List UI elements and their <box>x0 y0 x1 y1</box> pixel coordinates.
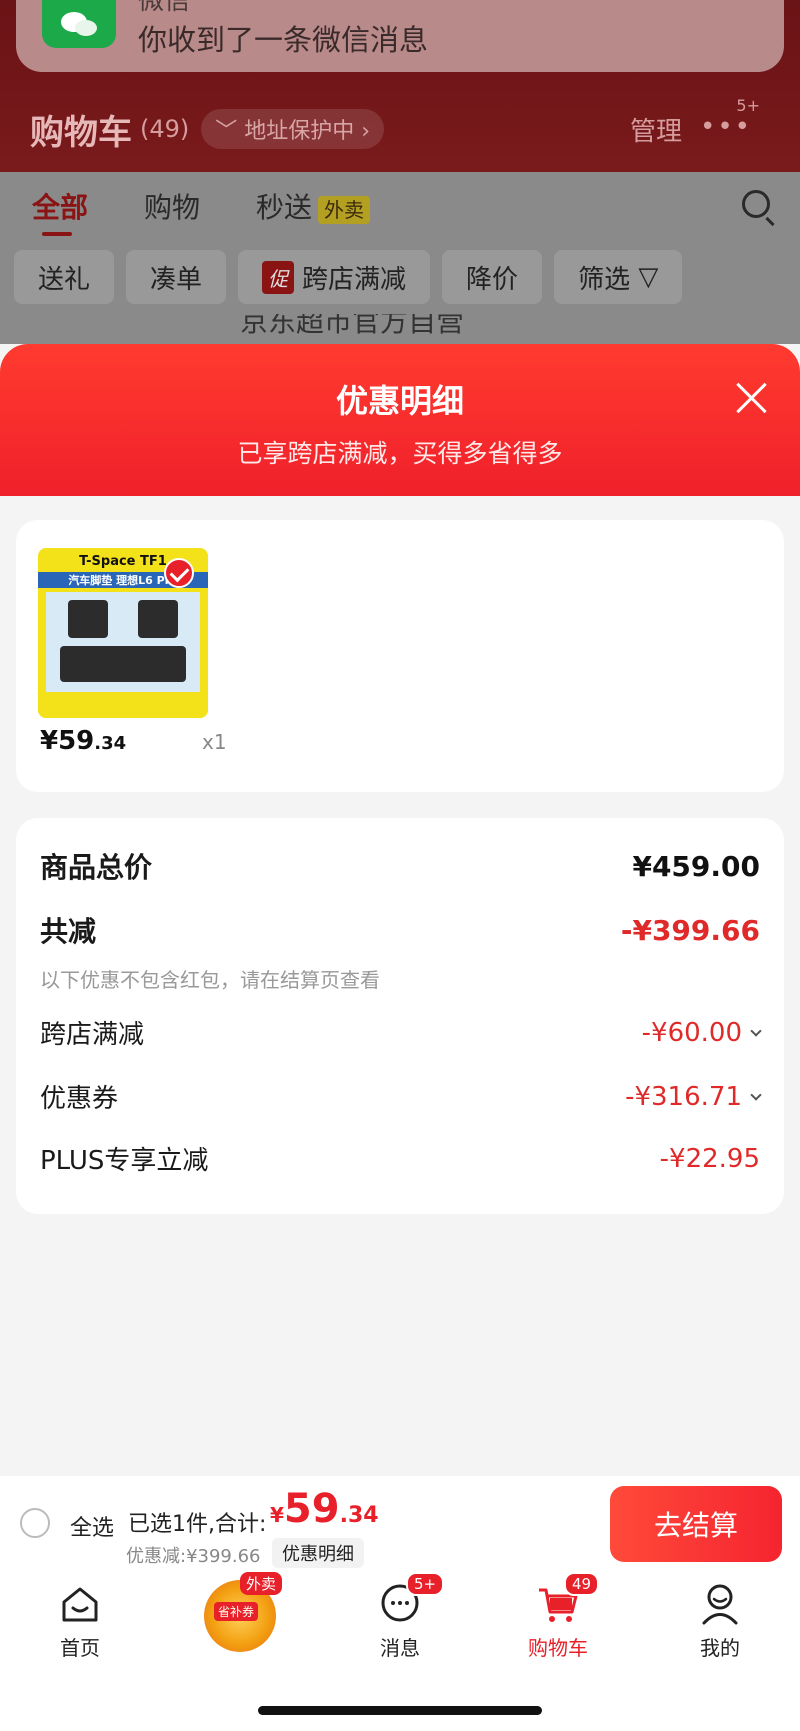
product-image[interactable]: T-Space TF1 汽车脚垫 理想L6 Pro <box>38 548 208 718</box>
shield-icon: ﹀ <box>215 119 245 144</box>
bottom-tab-bar: 首页 外卖 省补券 5+ 消息 49 购物车 我的 <box>0 1572 800 1731</box>
product-card: T-Space TF1 汽车脚垫 理想L6 Pro ¥59.34 x1 <box>16 520 784 792</box>
total-int: 59 <box>283 1486 340 1532</box>
selected-check-icon[interactable] <box>164 558 194 588</box>
tab-profile-label: 我的 <box>700 1636 740 1660</box>
product-image-scene <box>46 592 200 692</box>
discount-value: -¥22.95 <box>659 1143 760 1174</box>
product-quantity: x1 <box>202 730 227 754</box>
filter-row: 送礼 凑单 促跨店满减 降价 筛选 ▽ <box>0 240 800 314</box>
sheet-subtitle: 已享跨店满减，买得多省得多 <box>237 439 563 468</box>
tab-messages-label: 消息 <box>380 1636 420 1660</box>
discount-label: 跨店满减 <box>40 1020 145 1050</box>
home-icon <box>58 1582 102 1626</box>
promo-tag: 促 <box>262 260 295 294</box>
address-status-label: 地址保护中 <box>244 119 355 144</box>
discount-note: 以下优惠不包含红包，请在结算页查看 <box>40 968 380 992</box>
cart-title: 购物车 <box>30 112 132 153</box>
discount-value: -¥60.00 <box>641 1017 762 1048</box>
discount-summary: 优惠减:¥399.66 <box>126 1546 261 1567</box>
promo-tag: 外卖 <box>240 1572 283 1595</box>
discount-value: -¥316.71 <box>625 1081 762 1112</box>
filter-bundle[interactable]: 凑单 <box>126 250 227 304</box>
tab-instant-label: 秒送 <box>256 191 313 224</box>
chevron-down-icon <box>750 1088 762 1101</box>
selected-count: 已选1件,合计: <box>128 1512 267 1537</box>
tab-messages[interactable]: 5+ 消息 <box>350 1572 450 1661</box>
total-currency: ¥ <box>270 1503 284 1527</box>
discount-row-plus: PLUS专享立减 -¥22.95 <box>40 1140 760 1177</box>
tab-all[interactable]: 全部 <box>32 186 88 236</box>
floor-mat-front-left <box>68 600 108 638</box>
discount-amount: -¥60.00 <box>641 1017 742 1048</box>
more-badge: 5+ <box>736 96 760 115</box>
checkout-bar: 全选 已选1件,合计: ¥59.34 优惠减:¥399.66 优惠明细 去结算 <box>0 1476 800 1572</box>
tab-shopping[interactable]: 购物 <box>144 186 200 226</box>
funnel-icon: ▽ <box>638 262 659 292</box>
price-summary-card: 商品总价 ¥459.00 共减 -¥399.66 以下优惠不包含红包，请在结算页… <box>16 818 784 1214</box>
filter-cross-store-label: 跨店满减 <box>302 264 407 295</box>
discount-row-coupon[interactable]: 优惠券 -¥316.71 <box>40 1078 762 1115</box>
chevron-down-icon <box>750 1024 762 1037</box>
waimai-tag: 外卖 <box>318 196 371 224</box>
product-price-dec: .34 <box>94 733 127 754</box>
discount-sheet-body: T-Space TF1 汽车脚垫 理想L6 Pro ¥59.34 x1 商品总价… <box>0 496 800 1476</box>
message-badge: 5+ <box>406 1572 445 1596</box>
filter-gift[interactable]: 送礼 <box>14 250 115 304</box>
reduce-row: 共减 -¥399.66 <box>40 910 760 950</box>
filter-cross-store[interactable]: 促跨店满减 <box>238 250 431 304</box>
tab-home[interactable]: 首页 <box>30 1582 130 1661</box>
cart-icon: 49 <box>536 1572 600 1626</box>
manage-button[interactable]: 管理 <box>630 111 682 148</box>
message-icon: 5+ <box>378 1572 445 1626</box>
address-protection-pill[interactable]: ﹀ 地址保护中 › <box>201 109 385 149</box>
wechat-icon <box>42 0 116 48</box>
close-icon[interactable] <box>734 380 770 416</box>
total-row: 商品总价 ¥459.00 <box>40 846 760 886</box>
product-price-int: ¥59 <box>40 726 95 756</box>
product-price: ¥59.34 <box>40 726 126 756</box>
cart-tabs: 全部 购物 秒送 外卖 <box>0 172 800 240</box>
store-name: 京东超市官方自营 <box>240 314 465 338</box>
total-value: ¥459.00 <box>632 849 760 883</box>
wechat-notification[interactable]: 微信 你收到了一条微信消息 <box>16 0 784 72</box>
more-icon[interactable]: ••• <box>700 112 752 142</box>
notification-message: 你收到了一条微信消息 <box>138 22 429 57</box>
reduce-label: 共减 <box>40 915 97 948</box>
select-all-radio[interactable] <box>20 1508 50 1538</box>
discount-label: PLUS专享立减 <box>40 1146 209 1176</box>
cart-badge: 49 <box>564 1572 600 1596</box>
cart-count: (49) <box>140 115 190 143</box>
search-icon[interactable] <box>742 190 770 218</box>
tab-instant[interactable]: 秒送 外卖 <box>256 186 371 226</box>
profile-icon <box>698 1582 742 1626</box>
promo-label: 省补券 <box>214 1602 259 1621</box>
tab-cart-label: 购物车 <box>528 1636 588 1660</box>
total-dec: .34 <box>339 1503 379 1528</box>
floor-mat-front-right <box>138 600 178 638</box>
select-all-label[interactable]: 全选 <box>70 1510 114 1542</box>
checkout-total: ¥59.34 <box>270 1486 379 1532</box>
cart-title-row: 购物车 (49) ﹀ 地址保护中 › 管理 ••• 5+ <box>30 96 770 154</box>
notification-app-name: 微信 <box>138 0 191 16</box>
product-image-strip <box>38 696 208 718</box>
filter-screen[interactable]: 筛选 ▽ <box>554 250 683 304</box>
reduce-value: -¥399.66 <box>620 913 760 947</box>
sheet-title: 优惠明细 <box>335 382 464 420</box>
checkout-button[interactable]: 去结算 <box>610 1486 782 1562</box>
floor-mat-rear <box>60 646 186 682</box>
discount-detail-link[interactable]: 优惠明细 <box>272 1538 364 1568</box>
tab-profile[interactable]: 我的 <box>670 1582 770 1661</box>
tab-home-label: 首页 <box>60 1636 100 1660</box>
home-indicator[interactable] <box>258 1706 542 1715</box>
tab-cart[interactable]: 49 购物车 <box>508 1572 608 1661</box>
discount-sheet-header: 优惠明细 已享跨店满减，买得多省得多 <box>0 344 800 496</box>
filter-price-drop[interactable]: 降价 <box>442 250 543 304</box>
discount-row-cross-store[interactable]: 跨店满减 -¥60.00 <box>40 1014 762 1051</box>
discount-amount: -¥316.71 <box>625 1081 742 1112</box>
store-row: 京东超市官方自营 <box>0 314 800 344</box>
discount-label: 优惠券 <box>40 1084 119 1114</box>
filter-screen-label: 筛选 <box>578 264 631 295</box>
total-label: 商品总价 <box>40 851 153 884</box>
